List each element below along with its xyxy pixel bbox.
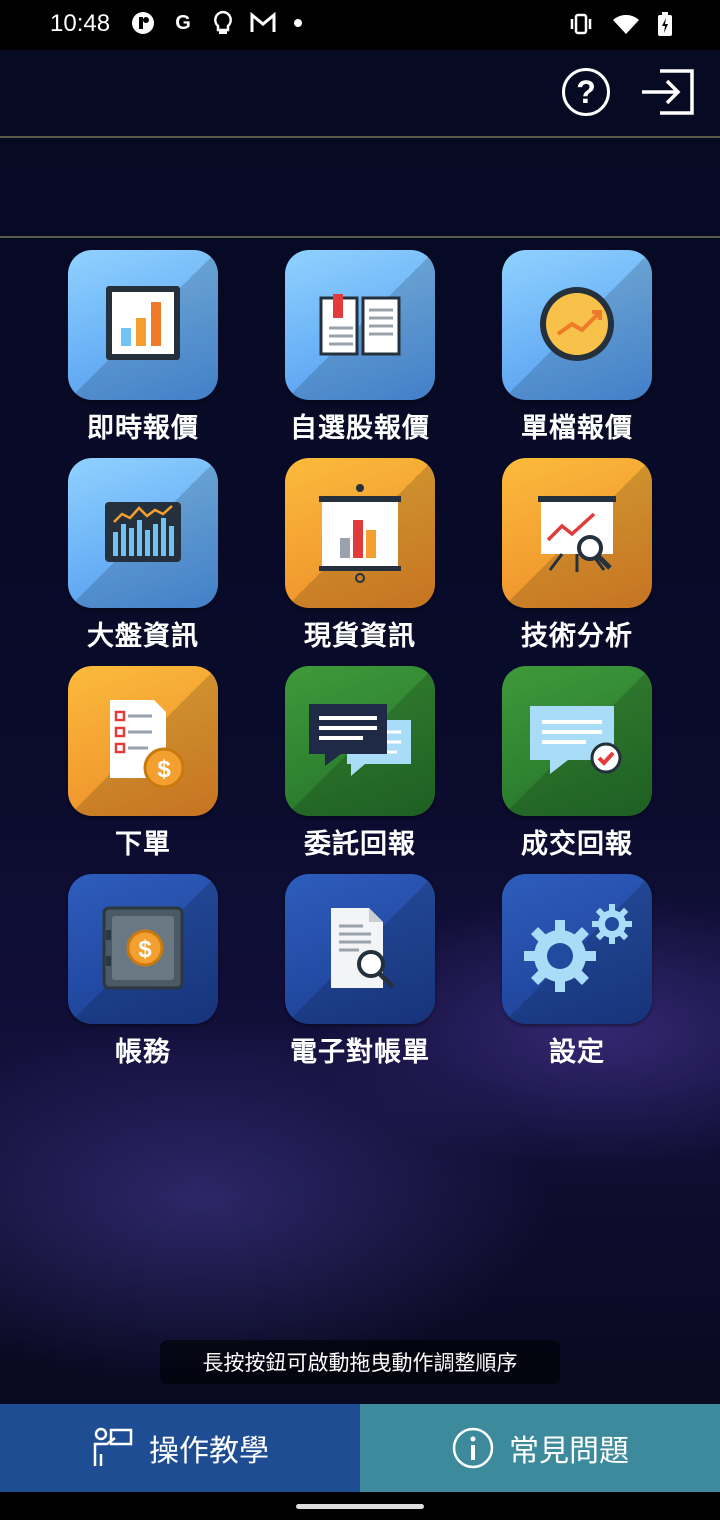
tile-bg — [285, 874, 435, 1024]
sub-header-bar — [0, 138, 720, 238]
tile-bg — [502, 250, 652, 400]
gesture-bar — [0, 1492, 720, 1520]
info-circle-icon — [452, 1427, 494, 1469]
order-checklist-icon: $ — [110, 700, 185, 789]
safe-icon: $ — [102, 906, 184, 990]
document-search-icon — [331, 908, 395, 989]
menu-item-place-order[interactable]: $ 下單 — [43, 666, 243, 861]
status-left-icons: G — [130, 10, 302, 36]
app-icon — [130, 10, 156, 36]
google-icon: G — [175, 11, 191, 34]
tile-bg: $ — [68, 666, 218, 816]
tile-bg: $ — [68, 874, 218, 1024]
tile-bg — [285, 458, 435, 608]
chat-bubbles-icon — [309, 704, 411, 776]
menu-item-label: 現貨資訊 — [304, 621, 416, 652]
menu-item-label: 成交回報 — [521, 829, 633, 860]
status-right-icons — [568, 12, 672, 40]
menu-item-label: 大盤資訊 — [87, 621, 199, 652]
status-time: 10:48 — [50, 10, 111, 37]
app-main: ? 即時報價 自選股報價 單檔報價 大盤資訊 現貨資訊 技術分析 $ 下單 委託… — [0, 50, 720, 1492]
tile-bg — [502, 458, 652, 608]
drag-hint: 長按按鈕可啟動拖曳動作調整順序 — [160, 1340, 560, 1384]
logout-button[interactable] — [640, 68, 696, 116]
tutorial-label: 操作教學 — [149, 1434, 269, 1469]
menu-item-label: 設定 — [549, 1037, 605, 1068]
menu-item-label: 帳務 — [115, 1037, 171, 1068]
trend-circle-icon — [540, 287, 614, 361]
menu-item-e-statement[interactable]: 電子對帳單 — [260, 874, 460, 1069]
tile-bg — [502, 874, 652, 1024]
menu-item-label: 下單 — [115, 829, 171, 860]
faq-button[interactable]: 常見問題 — [360, 1404, 720, 1492]
menu-item-market-info[interactable]: 大盤資訊 — [43, 458, 243, 653]
gmail-icon — [250, 10, 276, 36]
wifi-icon — [612, 13, 640, 39]
dot-icon — [294, 19, 302, 27]
vibrate-icon — [568, 13, 594, 39]
menu-item-trade-report[interactable]: 成交回報 — [477, 666, 677, 861]
help-circle-icon: ? — [576, 73, 596, 110]
menu-item-label: 單檔報價 — [521, 413, 633, 444]
status-bar: 10:48 G — [0, 0, 720, 50]
menu-item-order-report[interactable]: 委託回報 — [260, 666, 460, 861]
tutorial-button[interactable]: 操作教學 — [0, 1404, 360, 1492]
faq-label: 常見問題 — [509, 1434, 629, 1469]
logout-icon — [642, 69, 694, 115]
tile-bg — [285, 666, 435, 816]
analysis-board-icon — [538, 496, 616, 572]
bottom-nav: 操作教學 常見問題 — [0, 1404, 720, 1492]
tile-bg — [68, 458, 218, 608]
menu-item-settings[interactable]: 設定 — [477, 874, 677, 1069]
home-indicator[interactable] — [296, 1504, 424, 1509]
menu-item-label: 委託回報 — [304, 829, 416, 860]
menu-item-label: 即時報價 — [87, 413, 199, 444]
menu-item-watchlist-quote[interactable]: 自選股報價 — [260, 250, 460, 445]
lightbulb-icon — [210, 10, 236, 36]
menu-item-spot-info[interactable]: 現貨資訊 — [260, 458, 460, 653]
presenter-icon — [93, 1427, 133, 1466]
presentation-icon — [319, 484, 401, 583]
menu-item-accounts[interactable]: $ 帳務 — [43, 874, 243, 1069]
chat-check-icon — [530, 706, 622, 774]
tile-bg — [502, 666, 652, 816]
menu-item-technical-analysis[interactable]: 技術分析 — [477, 458, 677, 653]
menu-item-label: 技術分析 — [521, 621, 633, 652]
svg-text:$: $ — [138, 936, 152, 963]
market-chart-icon — [105, 502, 181, 562]
gears-icon — [524, 904, 632, 992]
battery-icon — [658, 12, 672, 40]
help-button[interactable]: ? — [562, 68, 610, 116]
bar-chart-icon — [106, 286, 180, 360]
tile-bg — [285, 250, 435, 400]
menu-item-label: 電子對帳單 — [290, 1037, 430, 1068]
tile-bg — [68, 250, 218, 400]
top-bar: ? — [0, 50, 720, 138]
menu-item-realtime-quote[interactable]: 即時報價 — [43, 250, 243, 445]
open-book-icon — [319, 294, 401, 356]
menu-item-single-quote[interactable]: 單檔報價 — [477, 250, 677, 445]
svg-text:$: $ — [157, 756, 171, 783]
menu-item-label: 自選股報價 — [290, 413, 430, 444]
